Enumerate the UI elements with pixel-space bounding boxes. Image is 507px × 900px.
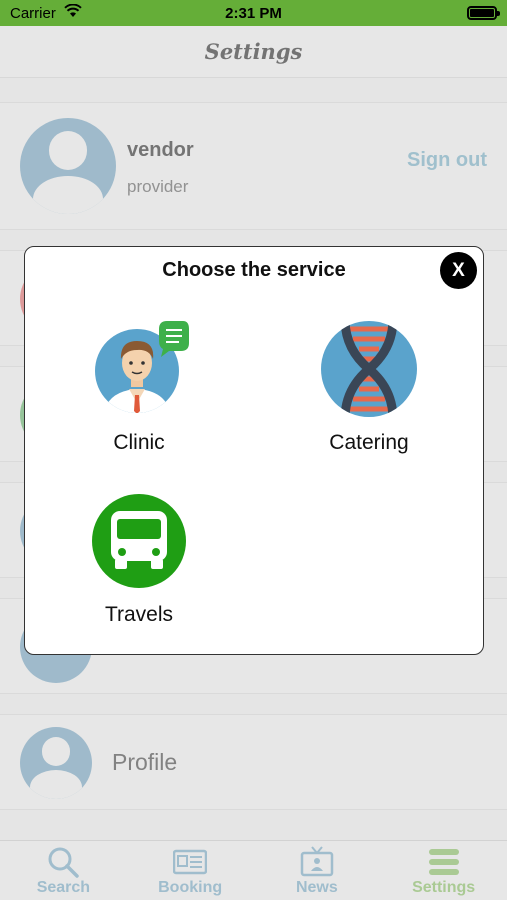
service-catering[interactable]: Catering bbox=[279, 319, 459, 455]
service-chooser-dialog: Choose the service X Clinic Catering Tra… bbox=[24, 246, 484, 655]
dna-icon bbox=[319, 319, 419, 419]
dialog-title: Choose the service bbox=[162, 259, 346, 281]
service-label: Travels bbox=[104, 603, 174, 626]
doctor-icon bbox=[89, 319, 189, 419]
service-clinic[interactable]: Clinic bbox=[49, 319, 229, 455]
service-travels[interactable]: Travels bbox=[49, 491, 229, 627]
close-button[interactable]: X bbox=[440, 252, 477, 289]
service-label: Clinic bbox=[113, 431, 165, 454]
service-label: Catering bbox=[329, 431, 409, 454]
bus-icon bbox=[89, 491, 189, 591]
